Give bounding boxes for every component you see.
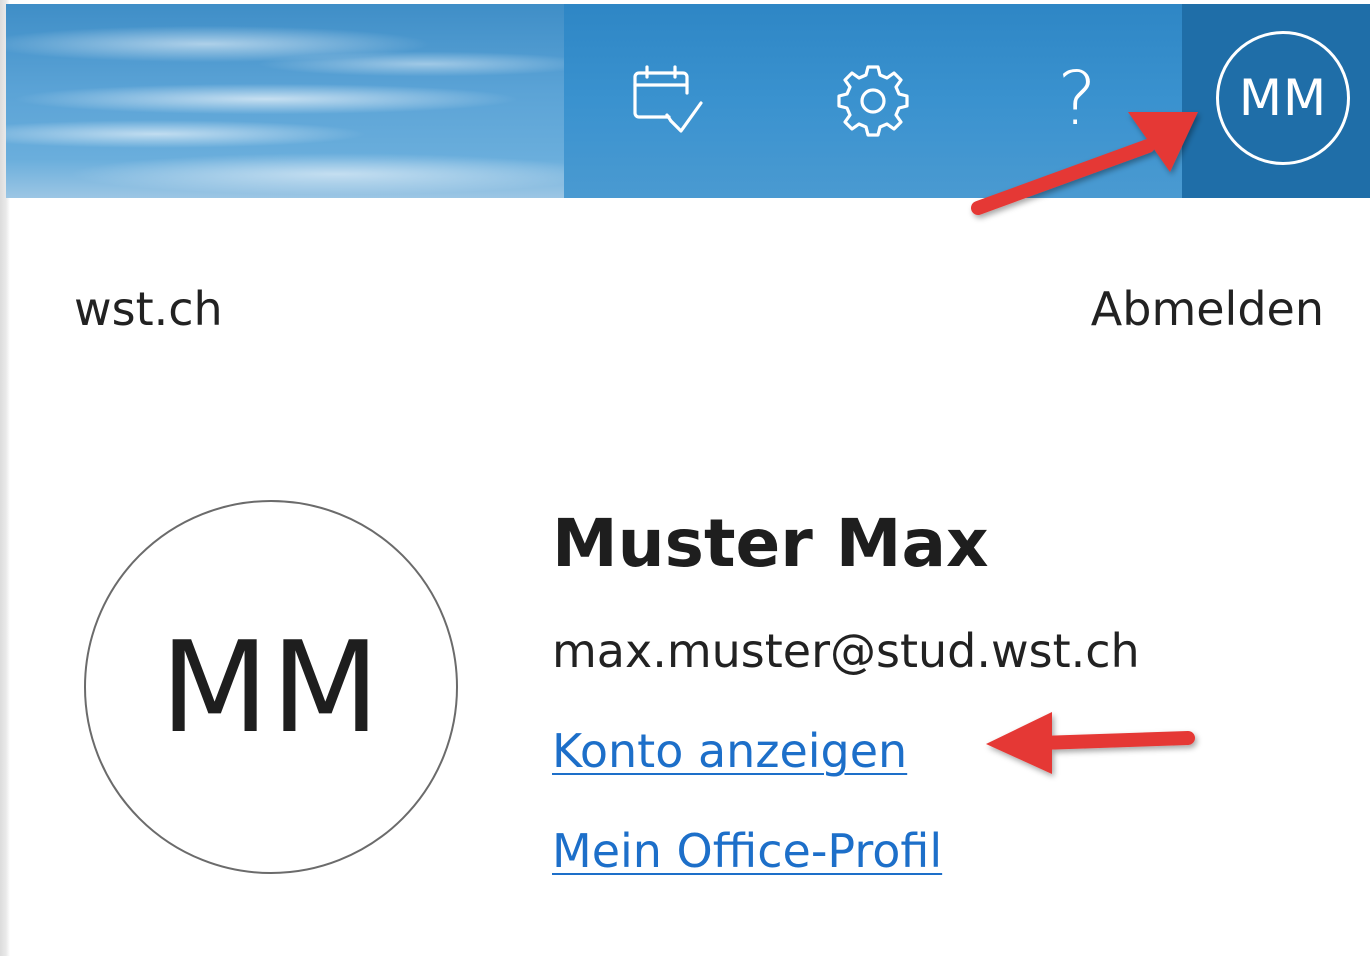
profile-avatar-initials: MM [160,613,382,761]
account-initials: MM [1238,69,1328,127]
calendar-check-icon [633,65,703,133]
header-sky-banner [6,4,566,198]
profile-avatar[interactable]: MM [84,500,458,874]
help-button[interactable]: ? [1032,54,1122,144]
arrow-to-view-account-link [986,712,1195,774]
sign-out-link[interactable]: Abmelden [1091,282,1324,336]
view-account-link[interactable]: Konto anzeigen [552,724,907,778]
user-email: max.muster@stud.wst.ch [552,624,1140,678]
screenshot-frame: ? MM wst.ch Abmelden MM Muster Max max.m… [0,0,1370,956]
settings-button[interactable] [828,54,918,144]
gear-icon [837,65,909,137]
account-avatar-button[interactable]: MM [1216,31,1350,165]
user-display-name: Muster Max [552,505,989,582]
organization-name: wst.ch [74,282,223,336]
office-profile-link[interactable]: Mein Office-Profil [552,824,942,878]
my-day-button[interactable] [620,54,710,144]
help-icon: ? [1057,56,1097,142]
app-header: ? MM [6,4,1370,198]
